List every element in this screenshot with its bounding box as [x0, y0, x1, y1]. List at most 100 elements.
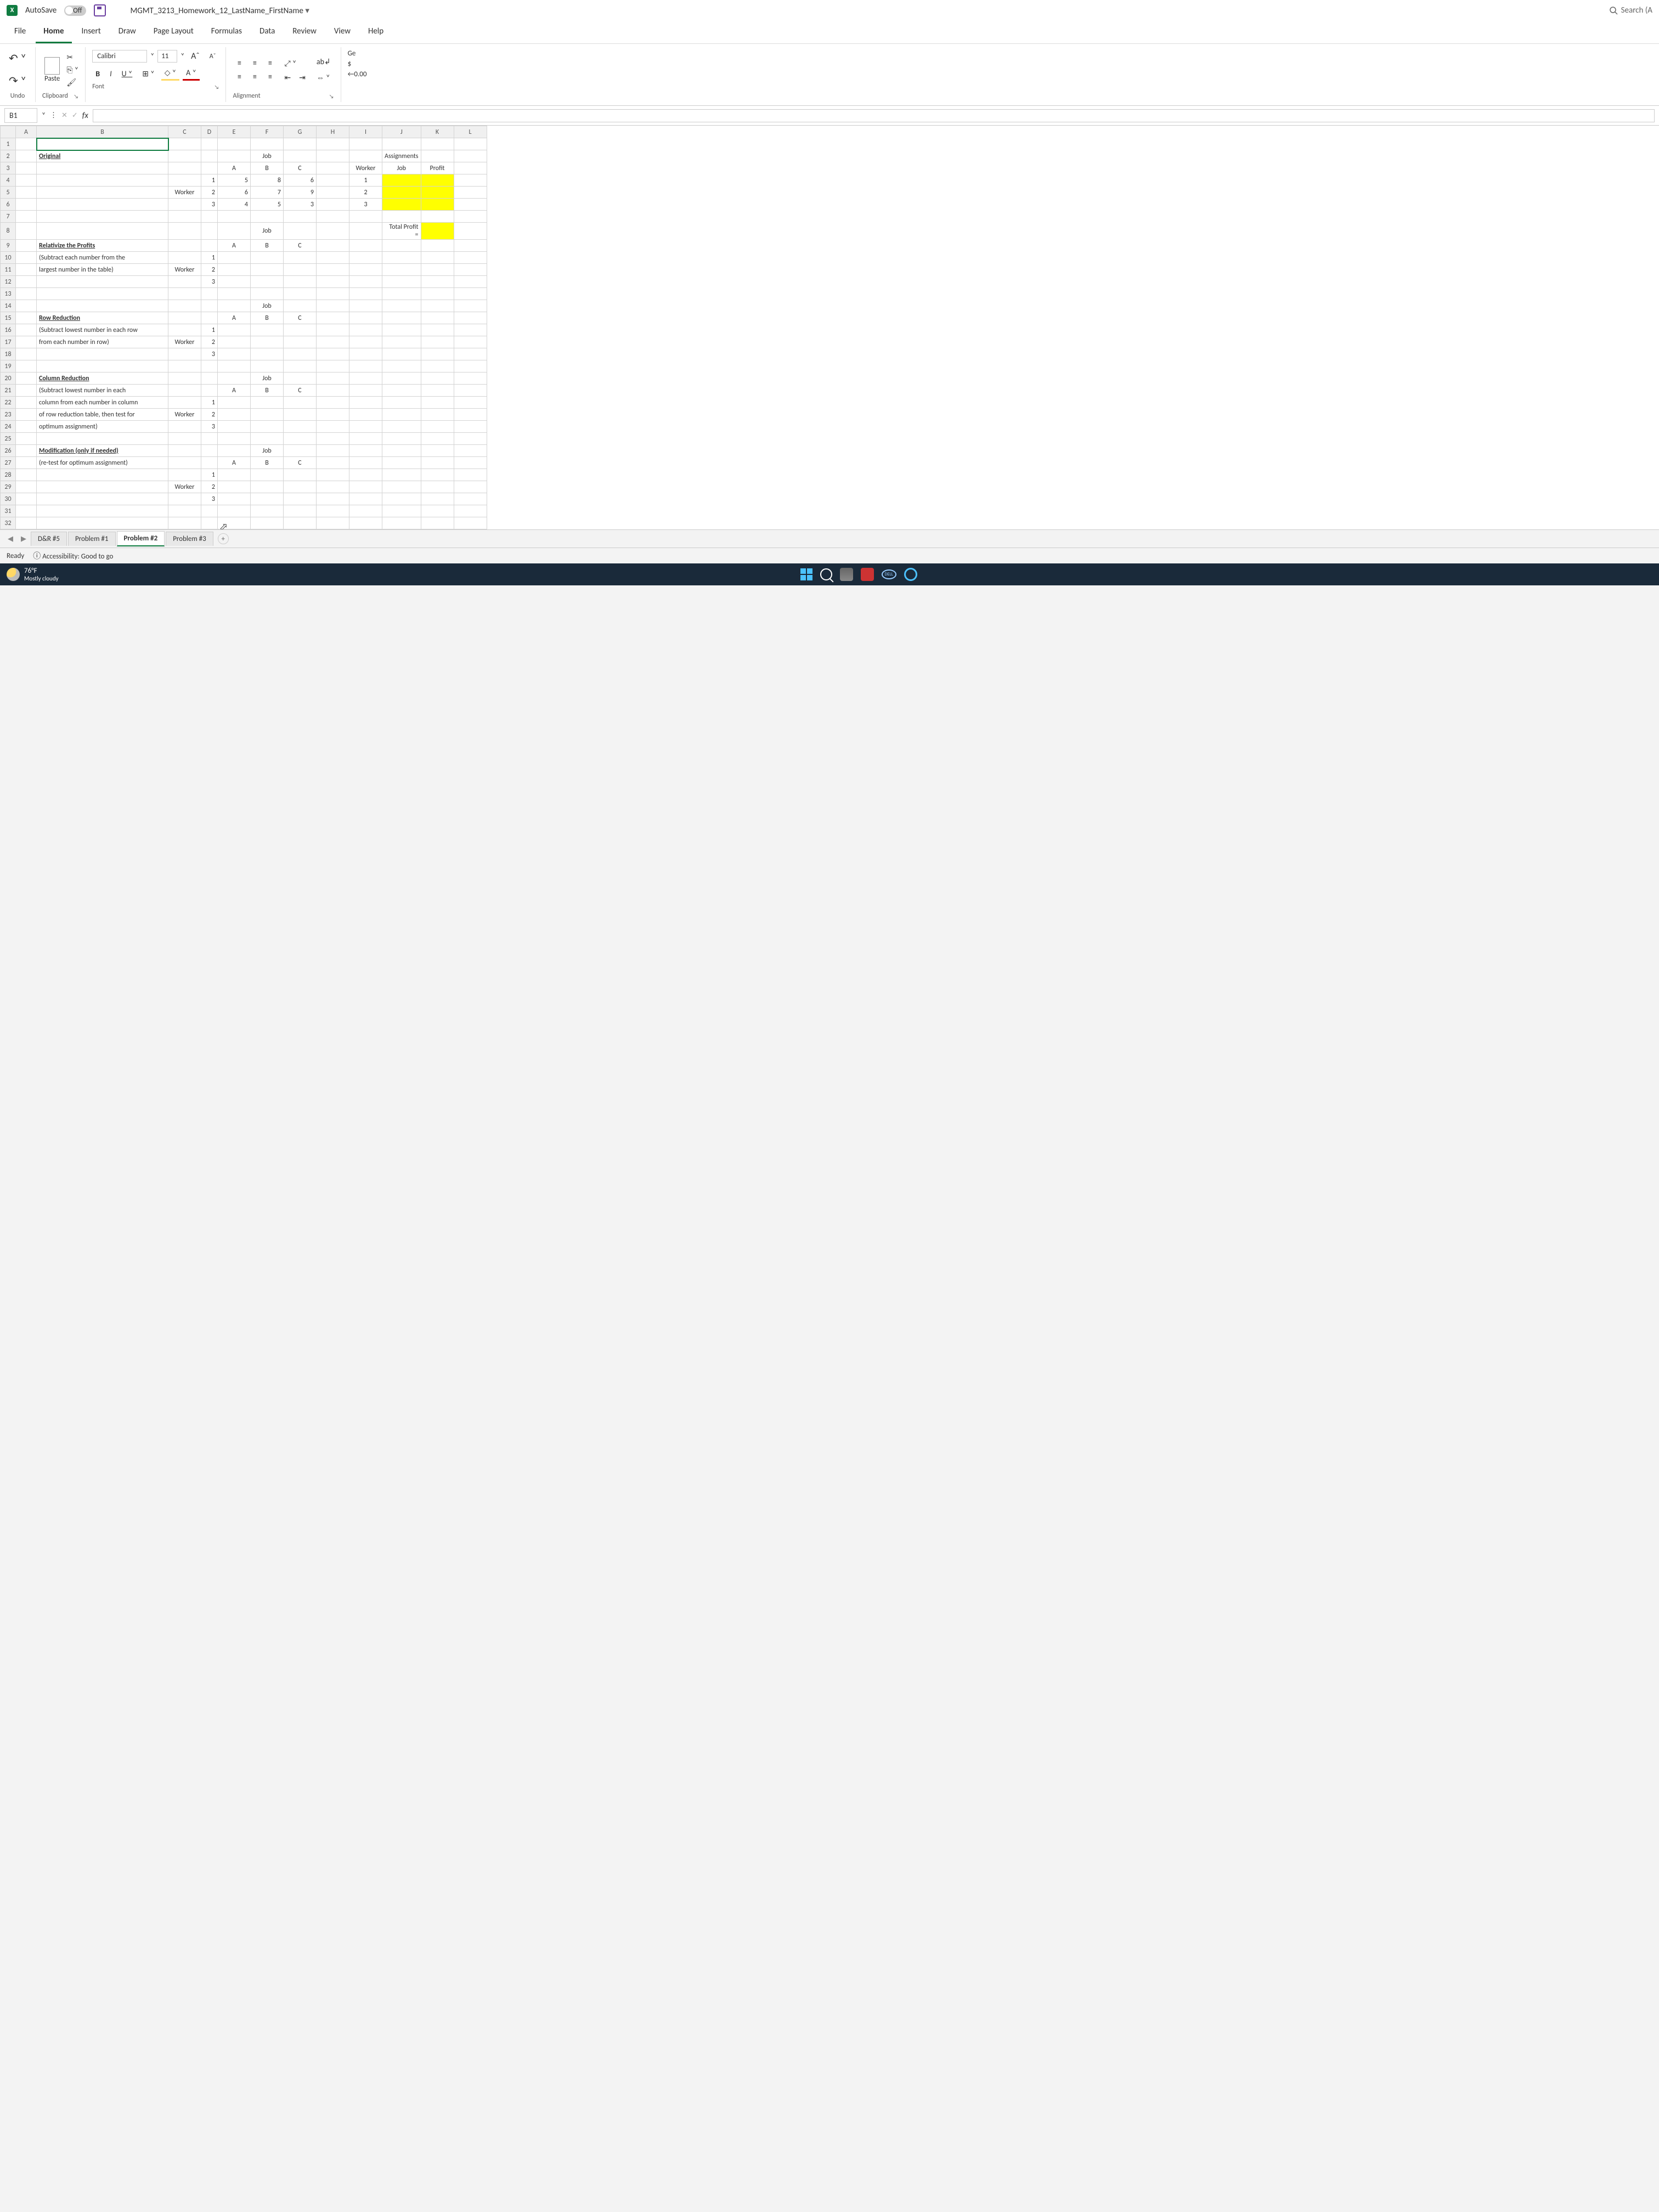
cell-K8[interactable]	[421, 223, 454, 240]
cell-D6[interactable]: 3	[201, 199, 218, 211]
cell-E22[interactable]	[218, 397, 251, 409]
cell-K30[interactable]	[421, 493, 454, 505]
cell-A14[interactable]	[16, 300, 37, 312]
cell-A27[interactable]	[16, 457, 37, 469]
cell-L9[interactable]	[454, 240, 487, 252]
cell-K25[interactable]	[421, 433, 454, 445]
cell-J23[interactable]	[382, 409, 421, 421]
cell-G14[interactable]	[284, 300, 317, 312]
cell-C22[interactable]	[168, 397, 201, 409]
cell-F31[interactable]	[251, 505, 284, 517]
currency-button[interactable]: $	[348, 60, 367, 68]
cell-K9[interactable]	[421, 240, 454, 252]
filename-label[interactable]: MGMT_3213_Homework_12_LastName_FirstName	[130, 5, 309, 16]
cell-B8[interactable]	[37, 223, 168, 240]
tab-data[interactable]: Data	[252, 21, 283, 43]
cell-L13[interactable]	[454, 288, 487, 300]
cell-L5[interactable]	[454, 187, 487, 199]
cell-G24[interactable]	[284, 421, 317, 433]
col-header-K[interactable]: K	[421, 126, 454, 138]
cell-B30[interactable]	[37, 493, 168, 505]
cell-A29[interactable]	[16, 481, 37, 493]
cell-J27[interactable]	[382, 457, 421, 469]
merge-center-button[interactable]: ⇔ ˅	[313, 71, 334, 84]
row-header[interactable]: 29	[1, 481, 16, 493]
cell-B22[interactable]: column from each number in column	[37, 397, 168, 409]
row-header[interactable]: 22	[1, 397, 16, 409]
row-header[interactable]: 19	[1, 360, 16, 373]
cell-H27[interactable]	[317, 457, 349, 469]
cell-A15[interactable]	[16, 312, 37, 324]
cell-C21[interactable]	[168, 385, 201, 397]
decrease-indent-icon[interactable]: ⇤	[281, 71, 294, 84]
cell-D27[interactable]	[201, 457, 218, 469]
format-painter-icon[interactable]: 🖌	[66, 78, 78, 87]
row-header[interactable]: 30	[1, 493, 16, 505]
cell-I23[interactable]	[349, 409, 382, 421]
cell-F30[interactable]	[251, 493, 284, 505]
cell-B5[interactable]	[37, 187, 168, 199]
cell-F4[interactable]: 8	[251, 174, 284, 187]
cell-I25[interactable]	[349, 433, 382, 445]
font-color-button[interactable]: A ˅	[183, 66, 200, 81]
cell-H2[interactable]	[317, 150, 349, 162]
cell-I8[interactable]	[349, 223, 382, 240]
cell-D2[interactable]	[201, 150, 218, 162]
cell-H4[interactable]	[317, 174, 349, 187]
cell-I31[interactable]	[349, 505, 382, 517]
cell-E15[interactable]: A	[218, 312, 251, 324]
cell-H19[interactable]	[317, 360, 349, 373]
decimal-icon[interactable]: ←0.00	[348, 70, 367, 78]
row-header[interactable]: 11	[1, 264, 16, 276]
start-button[interactable]	[800, 568, 812, 580]
row-header[interactable]: 26	[1, 445, 16, 457]
cell-B7[interactable]	[37, 211, 168, 223]
col-header-F[interactable]: F	[251, 126, 284, 138]
cell-B29[interactable]	[37, 481, 168, 493]
align-center-icon[interactable]: ≡	[248, 71, 261, 82]
cell-H5[interactable]	[317, 187, 349, 199]
cell-B16[interactable]: (Subtract lowest number in each row	[37, 324, 168, 336]
cell-E3[interactable]: A	[218, 162, 251, 174]
cell-J17[interactable]	[382, 336, 421, 348]
weather-widget[interactable]: 76°F Mostly cloudy	[7, 567, 59, 582]
cell-K15[interactable]	[421, 312, 454, 324]
cell-I5[interactable]: 2	[349, 187, 382, 199]
cell-F27[interactable]: B	[251, 457, 284, 469]
cell-G7[interactable]	[284, 211, 317, 223]
cell-E17[interactable]	[218, 336, 251, 348]
cell-B17[interactable]: from each number in row)	[37, 336, 168, 348]
row-header[interactable]: 16	[1, 324, 16, 336]
cell-E18[interactable]	[218, 348, 251, 360]
cell-H11[interactable]	[317, 264, 349, 276]
cell-G21[interactable]: C	[284, 385, 317, 397]
row-header[interactable]: 17	[1, 336, 16, 348]
cell-J7[interactable]	[382, 211, 421, 223]
cell-H17[interactable]	[317, 336, 349, 348]
cell-K21[interactable]	[421, 385, 454, 397]
cell-F25[interactable]	[251, 433, 284, 445]
cell-I16[interactable]	[349, 324, 382, 336]
cell-L20[interactable]	[454, 373, 487, 385]
cell-G23[interactable]	[284, 409, 317, 421]
cell-L24[interactable]	[454, 421, 487, 433]
cell-L6[interactable]	[454, 199, 487, 211]
cell-K22[interactable]	[421, 397, 454, 409]
cell-A10[interactable]	[16, 252, 37, 264]
row-header[interactable]: 6	[1, 199, 16, 211]
cell-E23[interactable]	[218, 409, 251, 421]
cell-A11[interactable]	[16, 264, 37, 276]
align-middle-icon[interactable]: ≡	[248, 57, 261, 69]
cell-J4[interactable]	[382, 174, 421, 187]
cell-H10[interactable]	[317, 252, 349, 264]
cell-F23[interactable]	[251, 409, 284, 421]
cell-J32[interactable]	[382, 517, 421, 529]
sheet-tab-problem2[interactable]: Problem #2	[117, 531, 165, 546]
cell-L26[interactable]	[454, 445, 487, 457]
cell-K5[interactable]	[421, 187, 454, 199]
cell-J20[interactable]	[382, 373, 421, 385]
cell-A21[interactable]	[16, 385, 37, 397]
cut-icon[interactable]: ✂	[66, 53, 78, 62]
cell-G4[interactable]: 6	[284, 174, 317, 187]
col-header-J[interactable]: J	[382, 126, 421, 138]
